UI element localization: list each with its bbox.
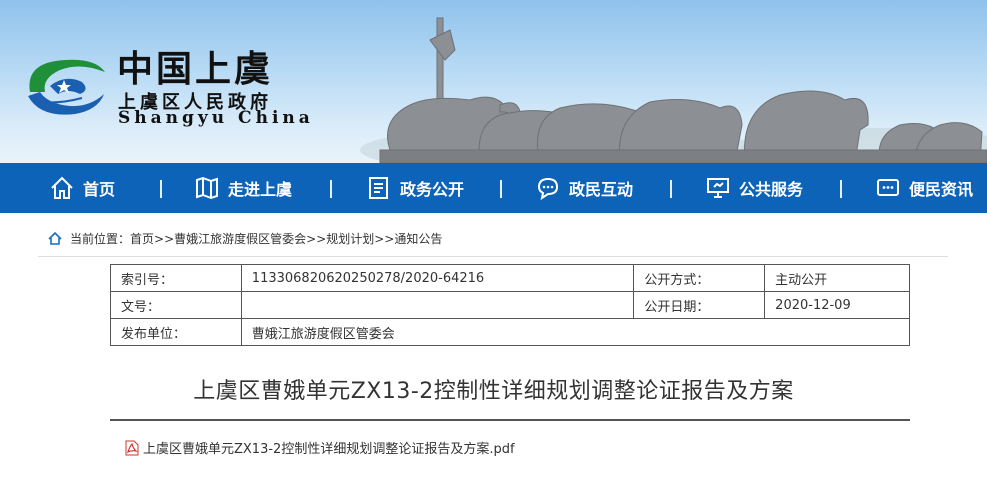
logo-icon — [28, 59, 106, 115]
index-value: 113306820620250278/2020-64216 — [240, 264, 635, 292]
nav-divider — [330, 180, 332, 198]
nav-item-label: 政务公开 — [400, 180, 465, 199]
breadcrumb-prefix: 当前位置： — [70, 232, 131, 246]
nav-item-home[interactable]: 首页 — [49, 163, 115, 213]
document-icon — [369, 177, 388, 199]
nav-item-label: 政民互动 — [569, 180, 634, 199]
monitor-icon — [707, 178, 729, 198]
article-title: 上虞区曹娥单元ZX13-2控制性详细规划调整论证报告及方案 — [193, 379, 794, 404]
publisher-label: 发布单位： — [110, 318, 242, 346]
header-banner: 中国上虞 上虞区人民政府 Shangyu China — [0, 0, 987, 163]
breadcrumb-separator: >> — [374, 231, 395, 246]
nav-item-label: 公共服务 — [739, 180, 804, 199]
nav-item-public-service[interactable]: 公共服务 — [705, 163, 803, 213]
message-icon — [877, 179, 899, 196]
nav-item-label: 首页 — [83, 180, 116, 199]
table-row: 索引号： 113306820620250278/2020-64216 公开方式：… — [110, 264, 910, 292]
table-row: 发布单位： 曹娥江旅游度假区管委会 — [110, 318, 911, 346]
doc-number-label: 文号： — [110, 291, 242, 319]
public-date-value: 2020-12-09 — [764, 291, 910, 319]
attachment-link[interactable]: 上虞区曹娥单元ZX13-2控制性详细规划调整论证报告及方案.pdf — [124, 438, 515, 457]
brand-title: 中国上虞 — [117, 48, 274, 90]
breadcrumb-link-plans[interactable]: 规划计划 — [326, 230, 374, 247]
attachment-filename: 上虞区曹娥单元ZX13-2控制性详细规划调整论证报告及方案.pdf — [143, 442, 515, 457]
public-date-label: 公开日期： — [633, 291, 766, 319]
title-divider — [110, 419, 910, 421]
breadcrumb-separator: >> — [154, 231, 175, 246]
nav-divider — [160, 180, 162, 198]
pdf-icon — [125, 440, 139, 455]
nav-item-label: 走进上虞 — [228, 180, 293, 199]
publisher-value: 曹娥江旅游度假区管委会 — [240, 318, 911, 346]
public-method-label: 公开方式： — [633, 264, 766, 292]
table-row: 文号： 公开日期： 2020-12-09 — [110, 291, 910, 319]
main-nav: 首页 走进上虞 政务公开 政民互动 公共服务 便民资讯 — [0, 163, 987, 213]
breadcrumb-link-home[interactable]: 首页 — [130, 230, 154, 247]
chat-icon — [537, 177, 559, 201]
brand-english-name: Shangyu China — [118, 108, 314, 128]
nav-item-interaction[interactable]: 政民互动 — [535, 163, 633, 213]
breadcrumb: 当前位置： 首页 >> 曹娥江旅游度假区管委会 >> 规划计划 >> 通知公告 — [48, 230, 442, 247]
nav-divider — [840, 180, 842, 198]
nav-item-gov-affairs[interactable]: 政务公开 — [366, 163, 464, 213]
nav-divider — [670, 180, 672, 198]
nav-item-info[interactable]: 便民资讯 — [875, 163, 973, 213]
nav-item-label: 便民资讯 — [909, 180, 974, 199]
nav-item-about[interactable]: 走进上虞 — [194, 163, 292, 213]
nav-divider — [500, 180, 502, 198]
home-icon — [48, 232, 62, 245]
public-method-value: 主动公开 — [764, 264, 910, 292]
doc-number-value — [240, 291, 635, 319]
breadcrumb-link-notices[interactable]: 通知公告 — [394, 230, 442, 247]
breadcrumb-divider — [38, 256, 948, 257]
breadcrumb-link-department[interactable]: 曹娥江旅游度假区管委会 — [174, 230, 306, 247]
breadcrumb-separator: >> — [306, 231, 327, 246]
index-label: 索引号： — [110, 264, 242, 292]
document-info-table: 索引号： 113306820620250278/2020-64216 公开方式：… — [110, 264, 911, 346]
home-icon — [51, 176, 73, 199]
map-icon — [196, 176, 218, 200]
